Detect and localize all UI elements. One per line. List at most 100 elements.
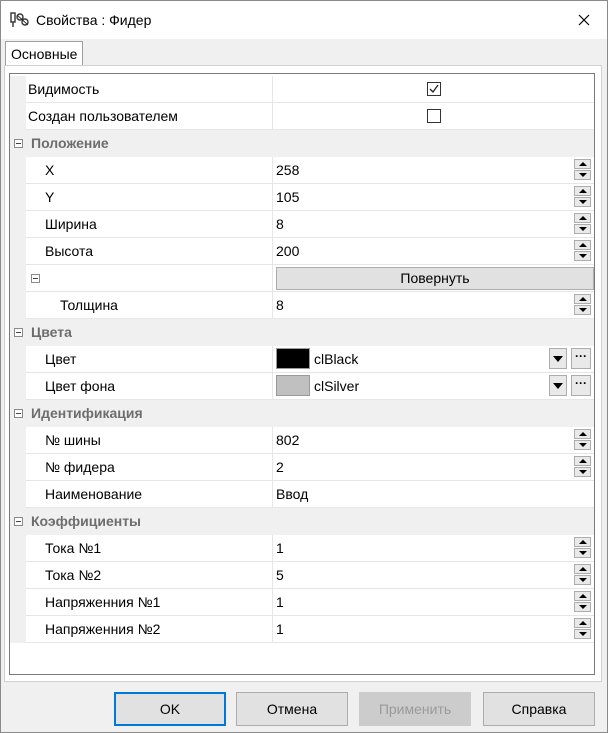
category-row[interactable]: Коэффициенты bbox=[10, 508, 594, 535]
spin-down-icon[interactable] bbox=[574, 251, 591, 261]
row-gutter bbox=[10, 184, 26, 211]
spin-down-icon[interactable] bbox=[574, 629, 591, 639]
tab-main[interactable]: Основные bbox=[5, 41, 84, 65]
property-value[interactable] bbox=[272, 76, 594, 102]
spin-buttons[interactable] bbox=[574, 159, 591, 181]
spin-down-icon[interactable] bbox=[574, 305, 591, 315]
property-checkbox[interactable] bbox=[427, 82, 441, 96]
property-value[interactable]: 1 bbox=[272, 535, 594, 561]
property-grid[interactable]: Видимость Создан пользователем Положение X 2… bbox=[9, 73, 595, 675]
property-value[interactable]: 1 bbox=[272, 616, 594, 642]
ellipsis-button[interactable]: ··· bbox=[571, 348, 591, 369]
spin-down-icon[interactable] bbox=[574, 602, 591, 612]
spin-up-icon[interactable] bbox=[574, 537, 591, 547]
color-name: clSilver bbox=[314, 378, 360, 394]
property-row[interactable]: № фидера 2 bbox=[10, 454, 594, 481]
collapse-icon[interactable] bbox=[14, 409, 23, 418]
spin-down-icon[interactable] bbox=[574, 575, 591, 585]
value-text: Ввод bbox=[276, 486, 309, 502]
property-value[interactable]: Повернуть bbox=[272, 265, 594, 291]
spin-buttons[interactable] bbox=[574, 537, 591, 559]
spin-up-icon[interactable] bbox=[574, 213, 591, 223]
category-row[interactable]: Идентификация bbox=[10, 400, 594, 427]
spin-buttons[interactable] bbox=[574, 564, 591, 586]
category-row[interactable]: Положение bbox=[10, 130, 594, 157]
spin-buttons[interactable] bbox=[574, 591, 591, 613]
property-row[interactable]: Видимость bbox=[10, 76, 594, 103]
property-value[interactable]: 802 bbox=[272, 427, 594, 453]
spin-buttons[interactable] bbox=[574, 456, 591, 478]
spin-down-icon[interactable] bbox=[574, 440, 591, 450]
close-icon bbox=[578, 14, 590, 26]
property-row[interactable]: Тока №1 1 bbox=[10, 535, 594, 562]
property-value[interactable]: 258 bbox=[272, 157, 594, 183]
property-value[interactable]: 1 bbox=[272, 589, 594, 615]
spin-buttons[interactable] bbox=[574, 240, 591, 262]
property-row[interactable]: Высота 200 bbox=[10, 238, 594, 265]
property-row[interactable]: Напряженния №1 1 bbox=[10, 589, 594, 616]
property-value[interactable]: 2 bbox=[272, 454, 594, 480]
spin-up-icon[interactable] bbox=[574, 240, 591, 250]
property-value[interactable]: 105 bbox=[272, 184, 594, 210]
collapse-icon[interactable] bbox=[14, 517, 23, 526]
property-value[interactable]: clSilver ··· bbox=[272, 373, 594, 399]
ok-button[interactable]: OK bbox=[114, 692, 226, 726]
spin-buttons[interactable] bbox=[574, 429, 591, 451]
property-value[interactable]: 8 bbox=[272, 292, 594, 318]
property-row[interactable]: Наименование Ввод bbox=[10, 481, 594, 508]
spin-up-icon[interactable] bbox=[574, 456, 591, 466]
dropdown-arrow-icon[interactable] bbox=[549, 375, 567, 396]
property-row[interactable]: Напряженния №2 1 bbox=[10, 616, 594, 643]
spin-up-icon[interactable] bbox=[574, 429, 591, 439]
collapse-icon[interactable] bbox=[14, 328, 23, 337]
property-value[interactable]: 5 bbox=[272, 562, 594, 588]
dropdown-arrow-icon[interactable] bbox=[549, 348, 567, 369]
property-row[interactable]: Цвет clBlack ··· bbox=[10, 346, 594, 373]
collapse-icon[interactable] bbox=[31, 274, 40, 283]
row-gutter bbox=[10, 157, 26, 184]
property-row[interactable]: Y 105 bbox=[10, 184, 594, 211]
property-row[interactable]: Тока №2 5 bbox=[10, 562, 594, 589]
property-name: Напряженния №1 bbox=[45, 594, 161, 610]
category-row[interactable]: Цвета bbox=[10, 319, 594, 346]
spin-up-icon[interactable] bbox=[574, 591, 591, 601]
spin-down-icon[interactable] bbox=[574, 170, 591, 180]
spin-up-icon[interactable] bbox=[574, 159, 591, 169]
spin-up-icon[interactable] bbox=[574, 186, 591, 196]
row-gutter bbox=[10, 346, 26, 373]
property-row[interactable]: Повернуть bbox=[10, 265, 594, 292]
property-value[interactable] bbox=[272, 103, 594, 129]
property-name: Создан пользователем bbox=[28, 108, 178, 124]
close-button[interactable] bbox=[561, 1, 607, 39]
spin-down-icon[interactable] bbox=[574, 224, 591, 234]
spin-down-icon[interactable] bbox=[574, 197, 591, 207]
spin-buttons[interactable] bbox=[574, 618, 591, 640]
cancel-button[interactable]: Отмена bbox=[236, 692, 348, 726]
property-row[interactable]: № шины 802 bbox=[10, 427, 594, 454]
property-value[interactable]: 200 bbox=[272, 238, 594, 264]
property-row[interactable]: Толщина 8 bbox=[10, 292, 594, 319]
property-row[interactable]: Ширина 8 bbox=[10, 211, 594, 238]
spin-buttons[interactable] bbox=[574, 294, 591, 316]
property-row[interactable]: X 258 bbox=[10, 157, 594, 184]
help-button[interactable]: Справка bbox=[483, 692, 595, 726]
apply-button[interactable]: Применить bbox=[359, 692, 471, 726]
spin-buttons[interactable] bbox=[574, 186, 591, 208]
value-text: 258 bbox=[276, 162, 300, 178]
property-row[interactable]: Создан пользователем bbox=[10, 103, 594, 130]
spin-buttons[interactable] bbox=[574, 213, 591, 235]
property-value[interactable]: Ввод bbox=[272, 481, 594, 507]
property-checkbox[interactable] bbox=[427, 109, 441, 123]
property-value[interactable]: 8 bbox=[272, 211, 594, 237]
ellipsis-button[interactable]: ··· bbox=[571, 375, 591, 396]
property-value[interactable]: clBlack ··· bbox=[272, 346, 594, 372]
color-swatch bbox=[276, 375, 310, 396]
rotate-button[interactable]: Повернуть bbox=[276, 267, 594, 290]
property-row[interactable]: Цвет фона clSilver ··· bbox=[10, 373, 594, 400]
collapse-icon[interactable] bbox=[14, 139, 23, 148]
spin-down-icon[interactable] bbox=[574, 467, 591, 477]
spin-up-icon[interactable] bbox=[574, 564, 591, 574]
spin-up-icon[interactable] bbox=[574, 618, 591, 628]
spin-down-icon[interactable] bbox=[574, 548, 591, 558]
spin-up-icon[interactable] bbox=[574, 294, 591, 304]
